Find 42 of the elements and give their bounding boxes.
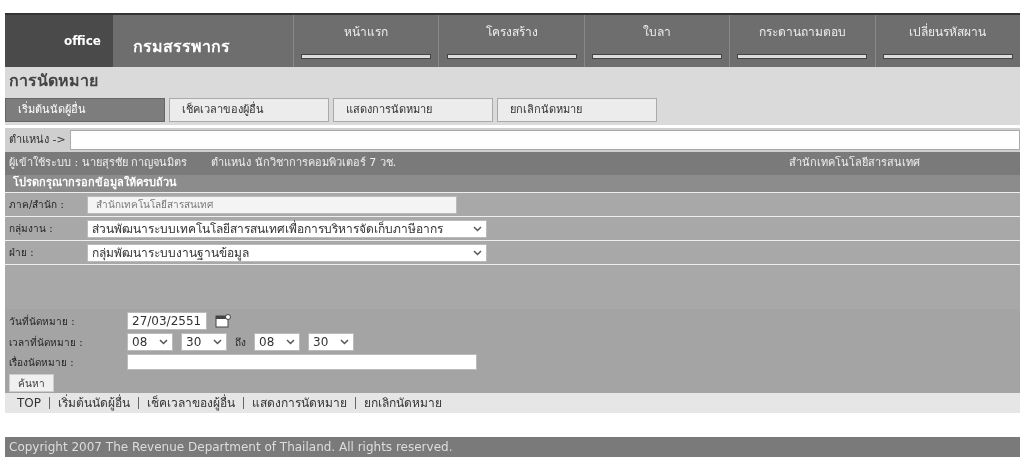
page-title: การนัดหมาย (9, 70, 98, 92)
dropdown[interactable]: ส่วนพัฒนาระบบเทคโนโลยีสารสนเทศเพื่อการบริหารจัดเก็บภาษีอากร (87, 219, 487, 238)
to-label: ถึง (235, 335, 246, 350)
time-label: เวลาที่นัดหมาย : (9, 334, 84, 350)
copyright-text: Copyright 2007 The Revenue Department of Thailand. All rights reserved. (9, 439, 453, 456)
tab[interactable]: ยกเลิกนัดหมาย (497, 98, 657, 122)
path-field[interactable] (69, 130, 1020, 150)
footer-link[interactable]: ยกเลิกนัดหมาย (364, 394, 442, 412)
form-heading: โปรดกรุณากรอกข้อมูลให้ครบถ้วน (13, 175, 177, 192)
minute-dropdown[interactable]: 30 (181, 333, 227, 351)
hour-dropdown[interactable]: 08 (127, 333, 173, 351)
dropdown[interactable]: กลุ่มพัฒนาระบบงานฐานข้อมูล (87, 243, 487, 262)
chevron-down-icon (286, 339, 295, 345)
tab[interactable]: เช็คเวลาของผู้อื่น (169, 98, 329, 122)
user-name: ผู้เข้าใช้ระบบ : นายสุรชัย กาญจนมิตร (9, 155, 188, 172)
minute-dropdown[interactable]: 30 (308, 333, 354, 351)
field-label: ฝ่าย : (9, 246, 35, 260)
tab[interactable]: แสดงการนัดหมาย (333, 98, 493, 122)
footer-link[interactable]: เช็คเวลาของผู้อื่น (147, 394, 235, 412)
subject-label: เรื่องนัดหมาย : (9, 354, 75, 370)
calendar-icon[interactable] (215, 314, 231, 328)
field-label: กลุ่มงาน : (9, 222, 54, 236)
path-label: ตำแหน่ง -> (9, 131, 66, 148)
site-title: กรมสรรพากร (133, 36, 230, 58)
user-office: สำนักเทคโนโลยีสารสนเทศ (789, 155, 920, 172)
footer-link[interactable]: TOP (17, 394, 41, 412)
tab[interactable]: เริ่มต้นนัดผู้อื่น (5, 98, 165, 122)
field-label: ภาค/สำนัก : (9, 198, 65, 212)
chevron-down-icon (159, 339, 168, 345)
user-position: ตำแหน่ง นักวิชาการคอมพิวเตอร์ 7 วช. (211, 155, 397, 172)
date-label: วันที่นัดหมาย : (9, 313, 76, 329)
hour-dropdown[interactable]: 08 (254, 333, 300, 351)
chevron-down-icon (473, 225, 482, 232)
footer-link[interactable]: แสดงการนัดหมาย (252, 394, 347, 412)
search-button[interactable]: ค้นหา (9, 374, 54, 392)
subject-field[interactable] (127, 354, 477, 370)
chevron-down-icon (473, 249, 482, 256)
chevron-down-icon (213, 339, 222, 345)
chevron-down-icon (340, 339, 349, 345)
footer-link[interactable]: เริ่มต้นนัดผู้อื่น (58, 394, 130, 412)
date-field[interactable]: 27/03/2551 (127, 312, 207, 330)
logo: office (64, 33, 101, 50)
